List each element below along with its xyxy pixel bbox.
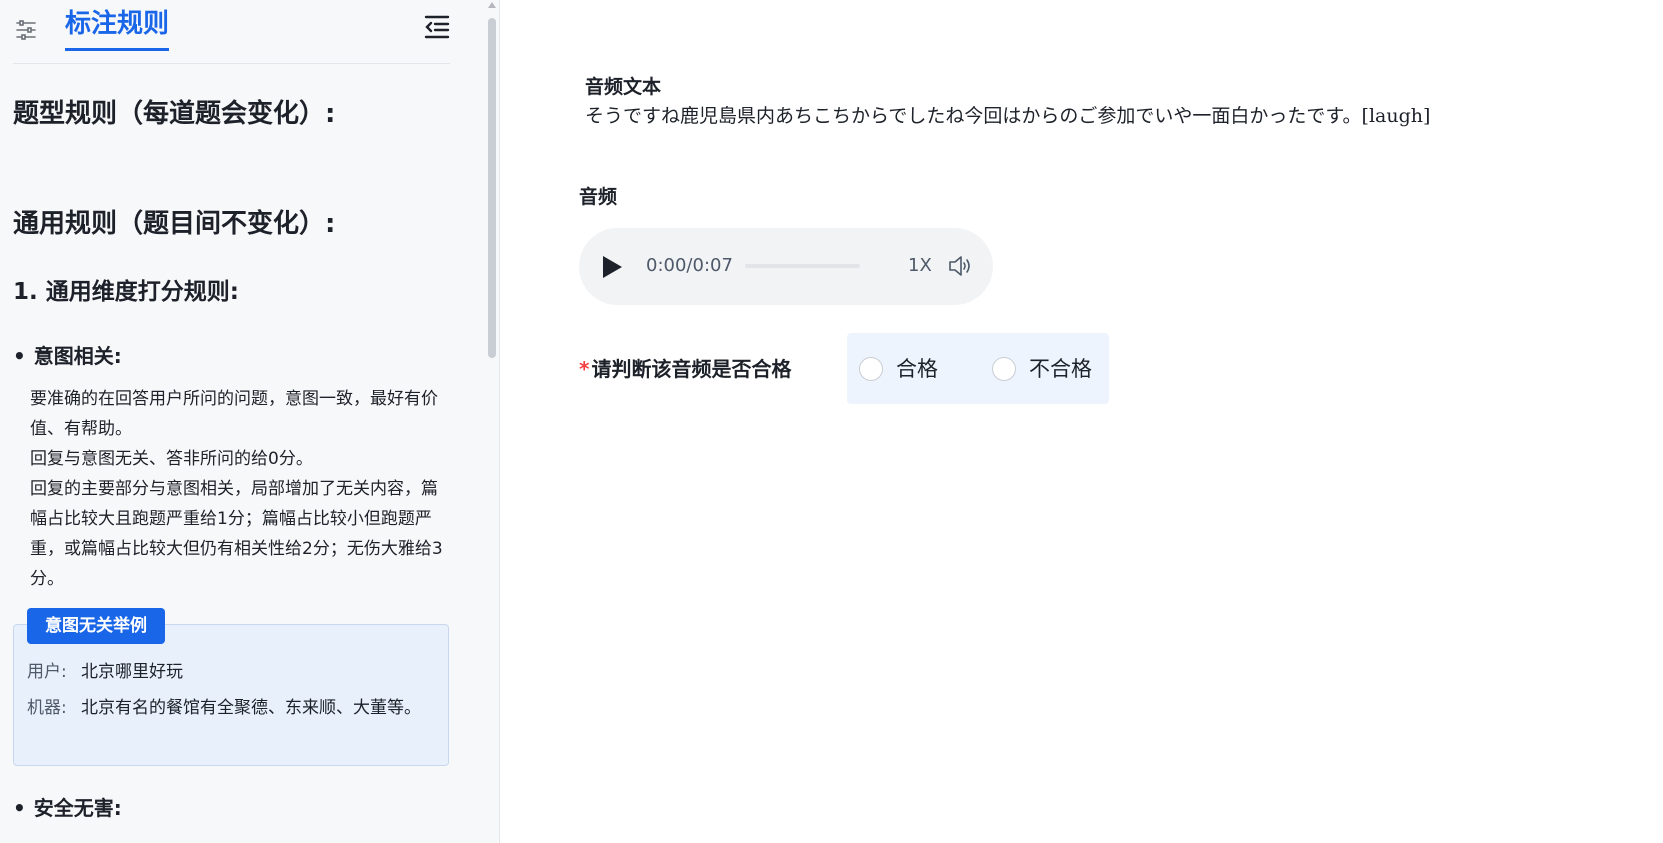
audio-player: 0:00/0:07 1X — [579, 228, 993, 305]
required-mark: * — [579, 357, 590, 381]
pass-radio[interactable] — [859, 357, 883, 381]
type-rules-heading: 题型规则（每道题会变化）: — [13, 99, 336, 129]
collapse-sidebar-icon[interactable] — [423, 13, 451, 41]
quality-options-group: 合格 不合格 — [847, 333, 1109, 404]
scroll-up-arrow-icon[interactable] — [488, 2, 496, 8]
example-bot-label: 机器: — [27, 698, 67, 718]
audio-time: 0:00/0:07 — [646, 255, 733, 276]
intent-rule-paragraph: 回复与意图无关、答非所问的给0分。 — [30, 449, 313, 469]
intent-rule-paragraph: 回复的主要部分与意图相关，局部增加了无关内容，篇幅占比较大且跑题严重给1分；篇幅… — [30, 479, 443, 589]
audio-text-label: 音频文本 — [585, 76, 662, 98]
general-rules-heading: 通用规则（题目间不变化）: — [13, 209, 336, 239]
sidebar-header: 标注规则 — [13, 0, 450, 64]
intent-example-box: 意图无关举例 用户: 北京哪里好玩 机器: 北京有名的餐馆有全聚德、东来顺、大董… — [13, 608, 449, 766]
sidebar-scrollbar[interactable] — [486, 0, 498, 843]
example-user-text: 北京哪里好玩 — [81, 662, 183, 682]
example-bot-row: 机器: 北京有名的餐馆有全聚德、东来顺、大董等。 — [27, 693, 421, 723]
fail-radio[interactable] — [992, 357, 1016, 381]
rules-sidebar: 标注规则 题型规则（每道题会变化）: 通用规则（题目间不变化）: 1. 通用维度… — [0, 0, 500, 843]
quality-question: * 请判断该音频是否合格 — [579, 355, 791, 383]
example-user-row: 用户: 北京哪里好玩 — [27, 657, 421, 687]
example-tag: 意图无关举例 — [27, 608, 165, 644]
volume-icon[interactable] — [947, 253, 973, 279]
option-fail[interactable]: 不合格 — [992, 355, 1092, 383]
audio-progress-bar[interactable] — [745, 264, 860, 268]
example-user-label: 用户: — [27, 662, 67, 682]
scroll-thumb[interactable] — [488, 18, 496, 358]
sidebar-title-tab[interactable]: 标注规则 — [65, 8, 170, 51]
intent-rule-paragraph: 要准确的在回答用户所问的问题，意图一致，最好有价值、有帮助。 — [30, 389, 438, 439]
dimension-scoring-heading: 1. 通用维度打分规则: — [13, 279, 239, 305]
audio-label: 音频 — [579, 186, 618, 208]
example-bot-text: 北京有名的餐馆有全聚德、东来顺、大董等。 — [81, 698, 421, 718]
app-root: 标注规则 题型规则（每道题会变化）: 通用规则（题目间不变化）: 1. 通用维度… — [0, 0, 1663, 843]
pass-label: 合格 — [896, 357, 938, 381]
intent-rule-text: 要准确的在回答用户所问的问题，意图一致，最好有价值、有帮助。 回复与意图无关、答… — [30, 384, 450, 594]
safety-title: 安全无害: — [13, 794, 122, 822]
play-icon[interactable] — [599, 254, 625, 280]
quality-question-label: 请判断该音频是否合格 — [591, 357, 792, 381]
filter-settings-icon[interactable] — [15, 19, 37, 41]
playback-speed-button[interactable]: 1X — [908, 252, 932, 280]
audio-text-content: そうですね鹿児島県内あちこちからでしたね今回はからのご参加でいや一面白かったです… — [585, 105, 1431, 127]
annotation-panel: 音频文本 そうですね鹿児島県内あちこちからでしたね今回はからのご参加でいや一面白… — [500, 0, 1663, 843]
fail-label: 不合格 — [1029, 357, 1092, 381]
intent-relevance-title: 意图相关: — [13, 342, 122, 370]
option-pass[interactable]: 合格 — [859, 355, 938, 383]
